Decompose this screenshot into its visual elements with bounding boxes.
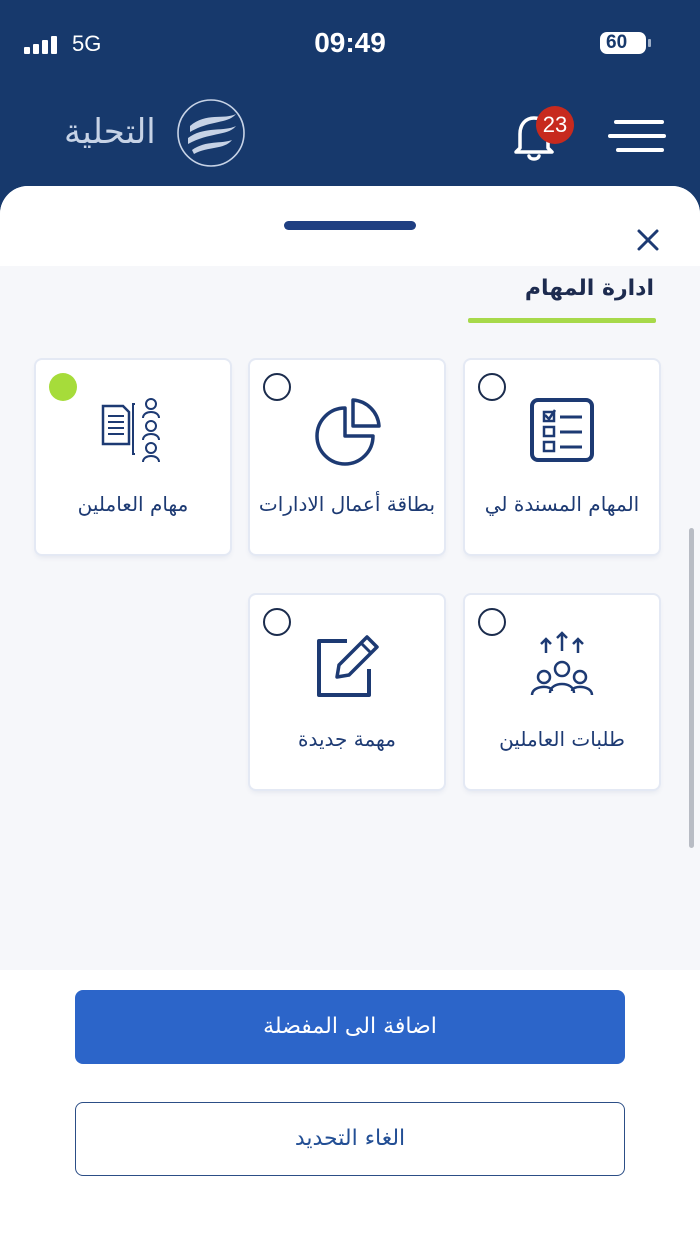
card-radio[interactable] bbox=[263, 373, 291, 401]
card-my-assigned-tasks[interactable]: المهام المسندة لي bbox=[465, 360, 659, 554]
sheet-grabber[interactable] bbox=[284, 221, 416, 230]
scrollbar[interactable] bbox=[689, 528, 694, 848]
close-icon[interactable] bbox=[634, 226, 662, 254]
employees-tasks-icon bbox=[101, 398, 160, 463]
tab-indicator bbox=[468, 318, 656, 323]
card-label: مهام العاملين bbox=[77, 492, 189, 516]
notification-badge: 23 bbox=[536, 106, 574, 144]
people-requests-icon bbox=[530, 631, 594, 696]
tasks-panel: ادارة المهام المهام المسندة لي بطاقة أعم… bbox=[0, 266, 700, 970]
app-logo: التحلية bbox=[64, 98, 254, 172]
logo-mark-icon bbox=[177, 99, 245, 167]
card-label: المهام المسندة لي bbox=[484, 492, 640, 516]
pie-chart-icon bbox=[315, 398, 381, 466]
menu-button[interactable] bbox=[606, 118, 666, 158]
card-employee-requests[interactable]: طلبات العاملين bbox=[465, 595, 659, 789]
card-radio-selected[interactable] bbox=[49, 373, 77, 401]
battery-icon: 60 bbox=[600, 32, 651, 54]
tab-task-management[interactable]: ادارة المهام bbox=[525, 276, 654, 301]
cancel-selection-button[interactable]: الغاء التحديد bbox=[75, 1102, 625, 1176]
status-bar: 5G 09:49 60 bbox=[0, 0, 700, 90]
card-label: مهمة جديدة bbox=[298, 727, 396, 751]
card-new-task[interactable]: مهمة جديدة bbox=[250, 595, 444, 789]
edit-icon bbox=[317, 635, 379, 697]
checklist-icon bbox=[530, 398, 594, 462]
sheet-header bbox=[0, 186, 700, 266]
card-departments-work[interactable]: بطاقة أعمال الادارات bbox=[250, 360, 444, 554]
card-radio[interactable] bbox=[478, 608, 506, 636]
card-radio[interactable] bbox=[478, 373, 506, 401]
card-label: طلبات العاملين bbox=[499, 727, 625, 751]
card-label: بطاقة أعمال الادارات bbox=[258, 492, 436, 516]
card-employees-tasks[interactable]: مهام العاملين bbox=[36, 360, 230, 554]
card-radio[interactable] bbox=[263, 608, 291, 636]
status-time: 09:49 bbox=[314, 27, 386, 58]
add-to-favorites-button[interactable]: اضافة الى المفضلة bbox=[75, 990, 625, 1064]
bottom-sheet: ادارة المهام المهام المسندة لي بطاقة أعم… bbox=[0, 186, 700, 1244]
app-name: التحلية bbox=[64, 112, 156, 152]
